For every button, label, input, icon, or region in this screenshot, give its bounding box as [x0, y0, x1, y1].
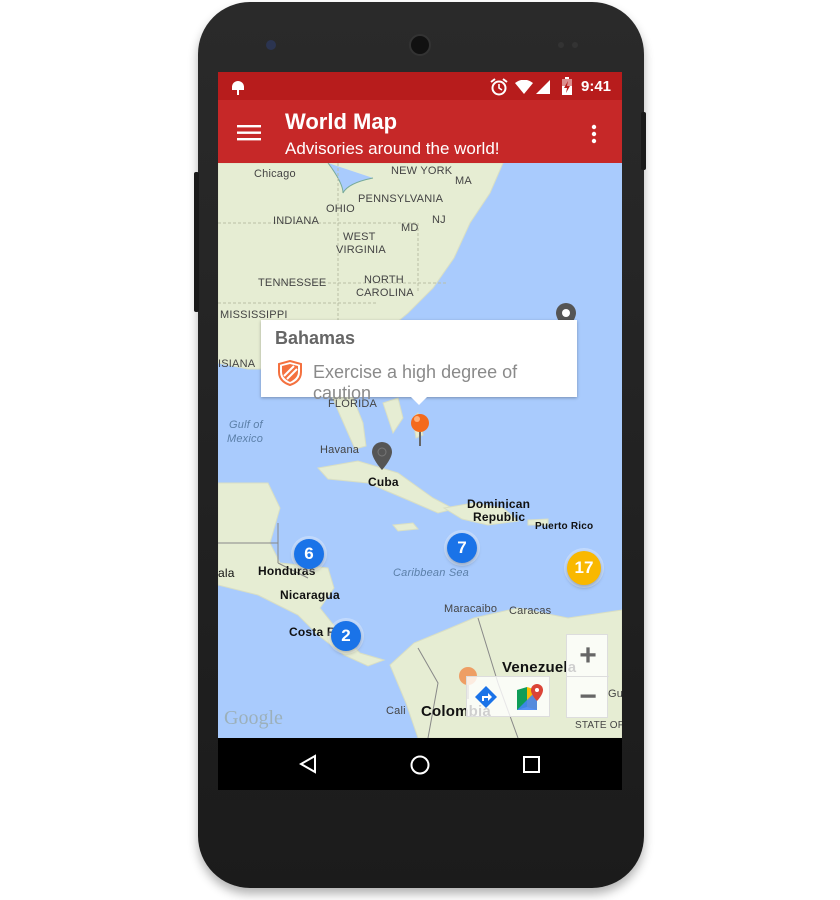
map-label: ISIANA: [218, 358, 256, 370]
map-label: OHIO: [326, 203, 355, 215]
android-icon: [232, 81, 244, 95]
home-icon[interactable]: [409, 754, 431, 776]
map-label: INDIANA: [273, 215, 320, 227]
alarm-icon: [490, 78, 508, 96]
map-label: NEW YORK: [391, 165, 453, 177]
screen: 9:41 World Map Advisories around the wor…: [218, 72, 622, 790]
map-label: WEST: [343, 231, 376, 243]
map-label: VIRGINIA: [336, 244, 386, 256]
zoom-in-button[interactable]: +: [567, 635, 609, 677]
marker-cluster[interactable]: 17: [567, 551, 601, 585]
map-label: Puerto Rico: [535, 521, 594, 532]
map-label: Caribbean Sea: [393, 567, 469, 579]
map-label: STATE OF: [575, 720, 622, 731]
map-label: NORTH: [364, 274, 404, 286]
recents-icon[interactable]: [522, 755, 542, 775]
signal-icon: [536, 80, 550, 94]
front-camera: [266, 40, 276, 50]
sensor: [572, 42, 578, 48]
selected-pin-icon[interactable]: [410, 413, 430, 447]
status-time: 9:41: [581, 78, 612, 95]
map-label: Maracaibo: [444, 603, 498, 615]
app-toolbar: World Map Advisories around the world!: [218, 100, 622, 163]
map-label: ala: [218, 566, 235, 580]
map-label: Havana: [320, 444, 360, 456]
google-logo: Google: [224, 707, 283, 729]
map-label: Mexico: [227, 433, 264, 445]
map-pin-icon[interactable]: [372, 442, 392, 472]
volume-button: [194, 172, 199, 312]
map-label: Republic: [473, 510, 526, 524]
wifi-icon: [515, 80, 533, 94]
map-toolbar: [466, 676, 550, 717]
advisory-text: Exercise a high degree of caution: [313, 362, 518, 403]
app-title: World Map: [285, 109, 398, 134]
map-label: MD: [401, 222, 419, 234]
map-view[interactable]: Chicago NEW YORK MA PENNSYLVANIA OHIO IN…: [218, 163, 622, 738]
map-label: CAROLINA: [356, 287, 414, 299]
info-title: Bahamas: [275, 328, 356, 348]
map-label: NJ: [432, 214, 446, 226]
zoom-controls: + −: [566, 634, 609, 719]
map-label: Cuba: [368, 475, 399, 489]
more-vert-icon[interactable]: [590, 124, 598, 144]
google-maps-icon[interactable]: [517, 684, 543, 710]
map-label: Gu: [608, 688, 622, 700]
info-window[interactable]: Bahamas Exercise a high degree of cautio…: [261, 320, 577, 405]
power-button: [641, 112, 646, 170]
shield-icon: [278, 360, 302, 386]
map-label: MA: [455, 175, 472, 187]
map-label: Dominican: [467, 497, 531, 511]
map-land: [218, 163, 622, 738]
map-label: PENNSYLVANIA: [358, 193, 444, 205]
marker-cluster[interactable]: 2: [331, 621, 361, 651]
marker-cluster[interactable]: 7: [447, 533, 477, 563]
sensor: [558, 42, 564, 48]
battery-charging-icon: [562, 77, 572, 95]
app-subtitle: Advisories around the world!: [285, 139, 500, 158]
zoom-out-button[interactable]: −: [567, 677, 609, 719]
earpiece: [409, 34, 431, 56]
map-label: TENNESSEE: [258, 277, 327, 289]
directions-icon[interactable]: [475, 686, 497, 708]
map-label: Chicago: [254, 168, 296, 180]
map-label: Cali: [386, 705, 406, 717]
marker-cluster[interactable]: 6: [294, 539, 324, 569]
hamburger-icon[interactable]: [237, 125, 261, 141]
map-label: Gulf of: [229, 419, 263, 431]
map-label: Nicaragua: [280, 588, 340, 602]
map-label: Caracas: [509, 605, 552, 617]
navigation-bar: [218, 738, 622, 790]
back-icon[interactable]: [298, 754, 318, 774]
status-bar: 9:41: [218, 72, 622, 100]
